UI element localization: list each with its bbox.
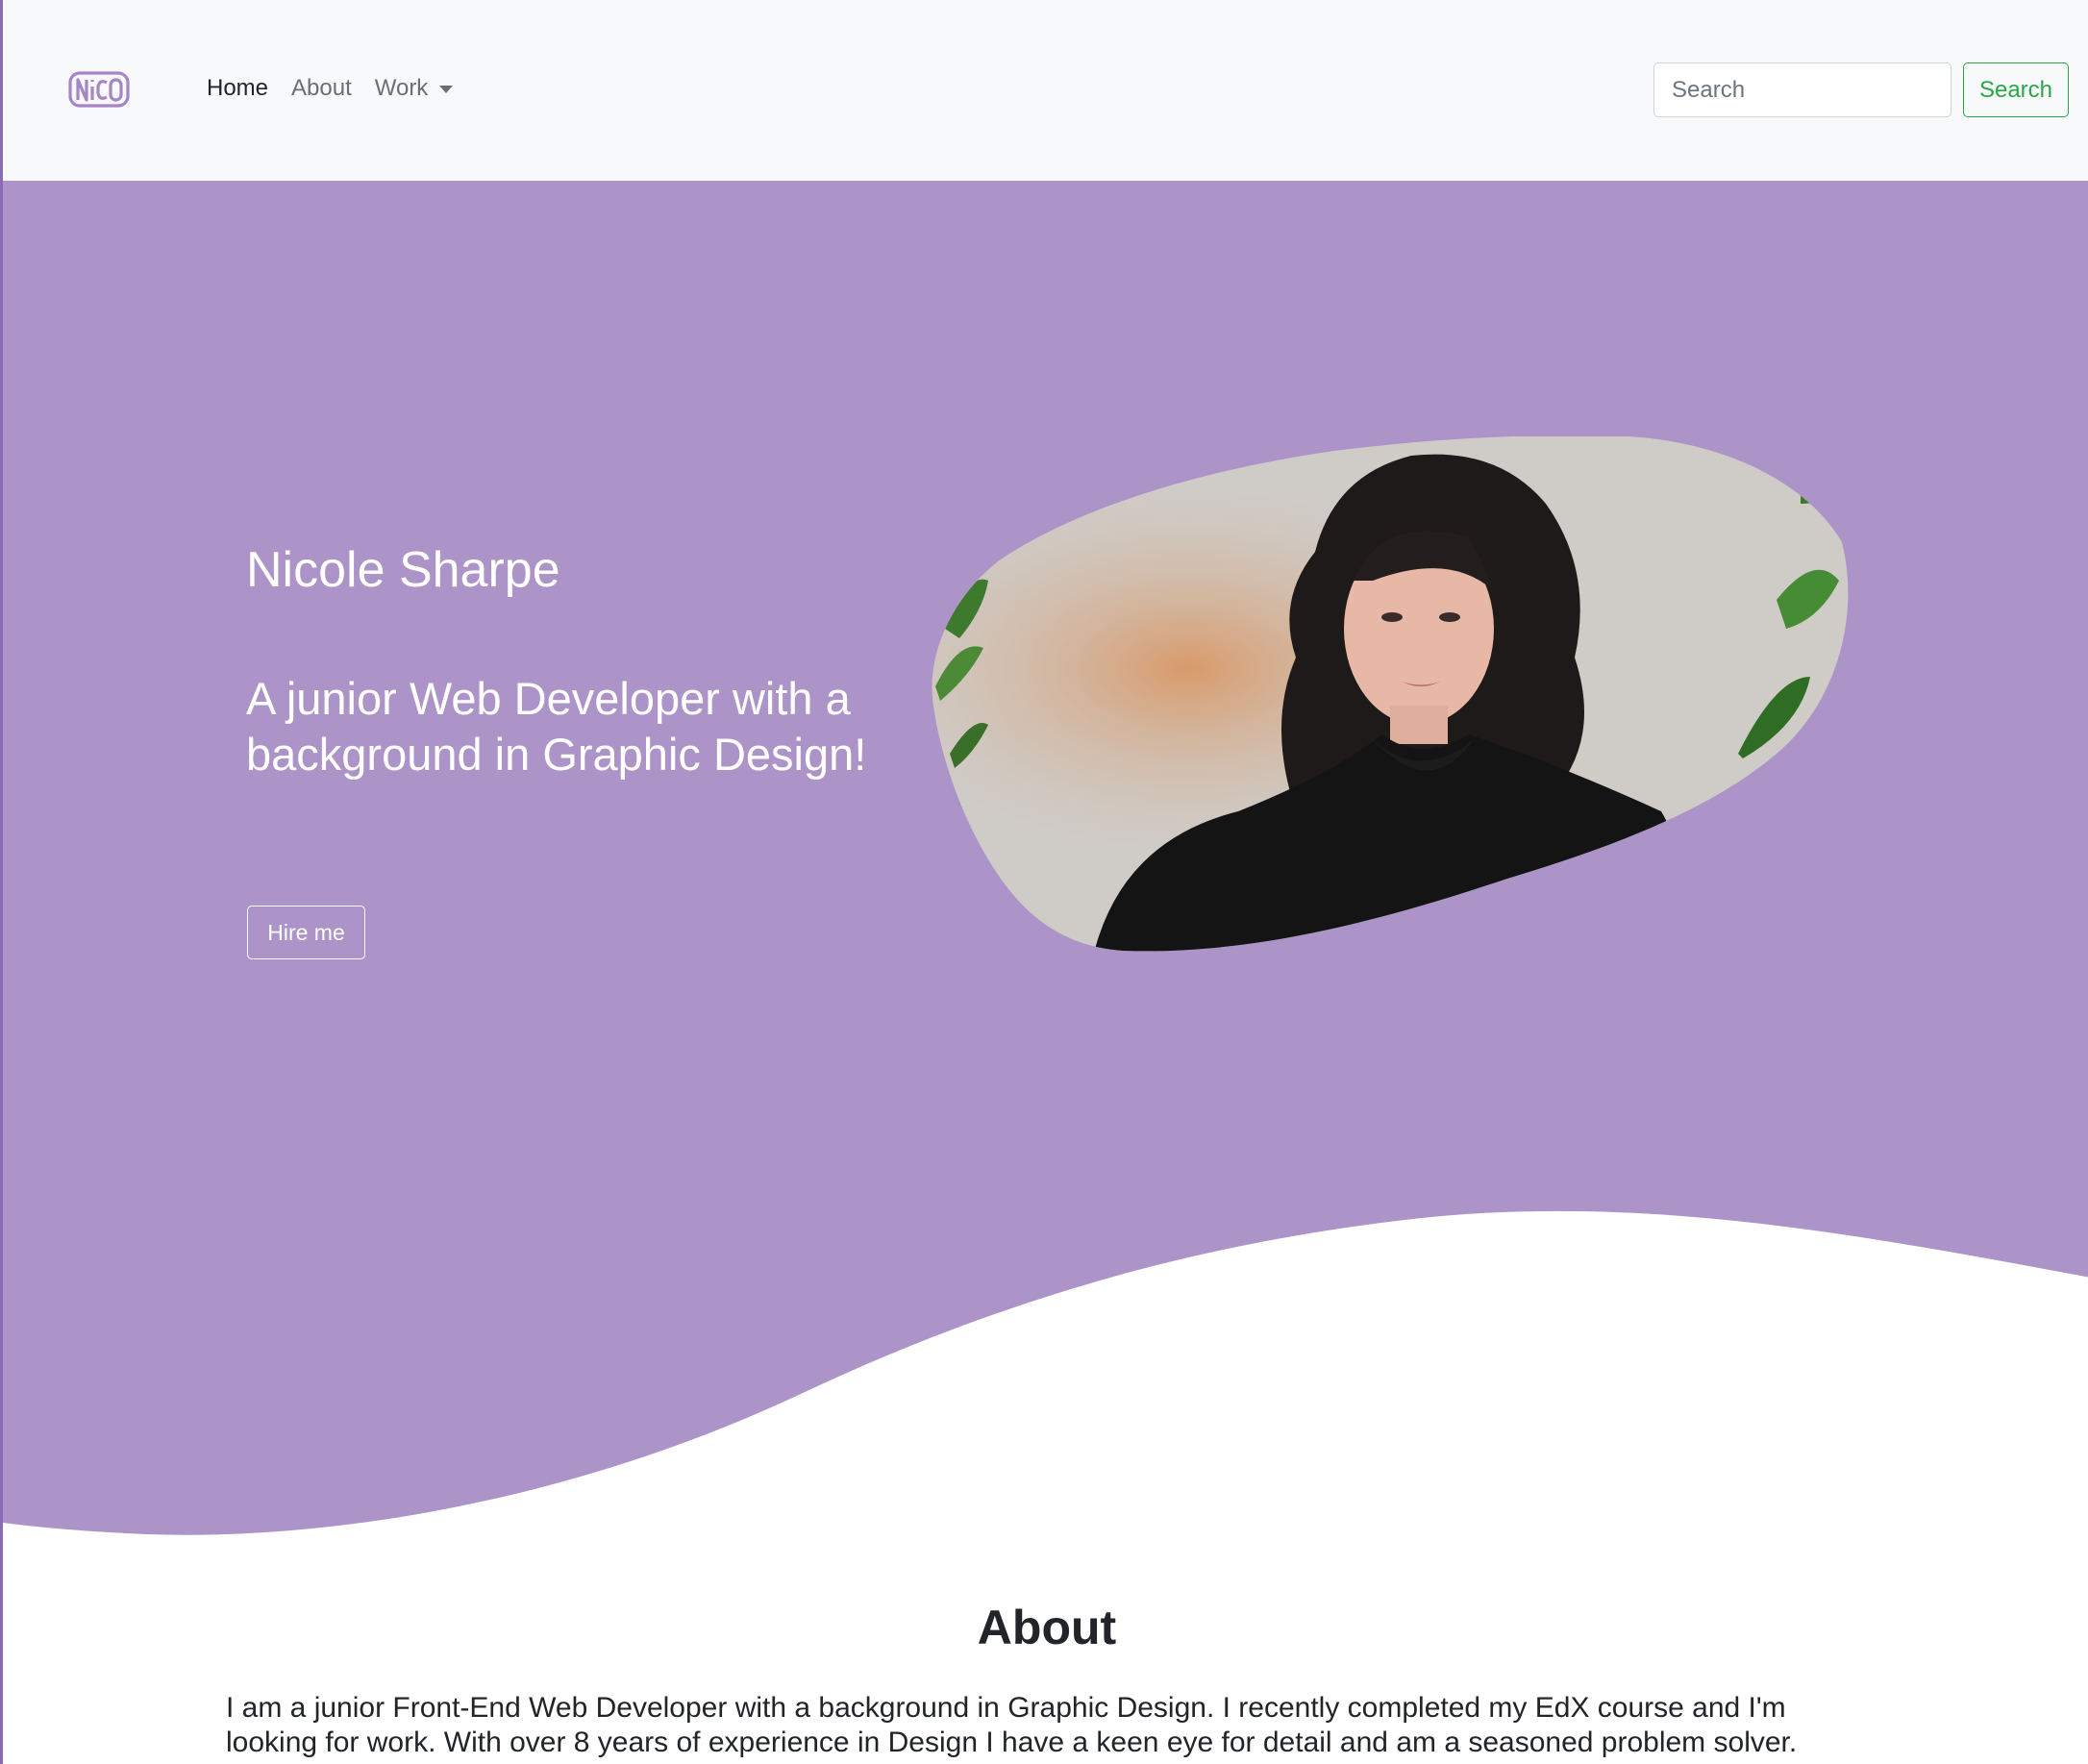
hero-tagline: A junior Web Developer with a background… — [246, 673, 867, 780]
nav-dropdown-work[interactable]: Work — [375, 75, 454, 102]
about-heading: About — [977, 1601, 1117, 1654]
hire-me-button[interactable]: Hire me — [247, 906, 365, 959]
nav-links: Home About Work — [207, 75, 454, 102]
search-button[interactable]: Search — [1963, 62, 2069, 117]
logo-icon[interactable] — [68, 69, 130, 110]
portrait-photo — [932, 436, 1849, 952]
search-input[interactable] — [1653, 62, 1951, 117]
hero-section: Nicole Sharpe A junior Web Developer wit… — [3, 181, 2088, 1536]
about-text: I am a junior Front-End Web Developer wi… — [226, 1692, 1798, 1758]
page: Home About Work Search Nicole Sharpe A j… — [0, 0, 2088, 1764]
nav-link-about[interactable]: About — [291, 75, 352, 102]
nav-link-work-label: Work — [374, 75, 429, 101]
nav-link-home[interactable]: Home — [207, 75, 268, 102]
chevron-down-icon — [439, 86, 454, 93]
navbar: Home About Work Search — [3, 0, 2088, 181]
hero-name: Nicole Sharpe — [246, 542, 560, 598]
